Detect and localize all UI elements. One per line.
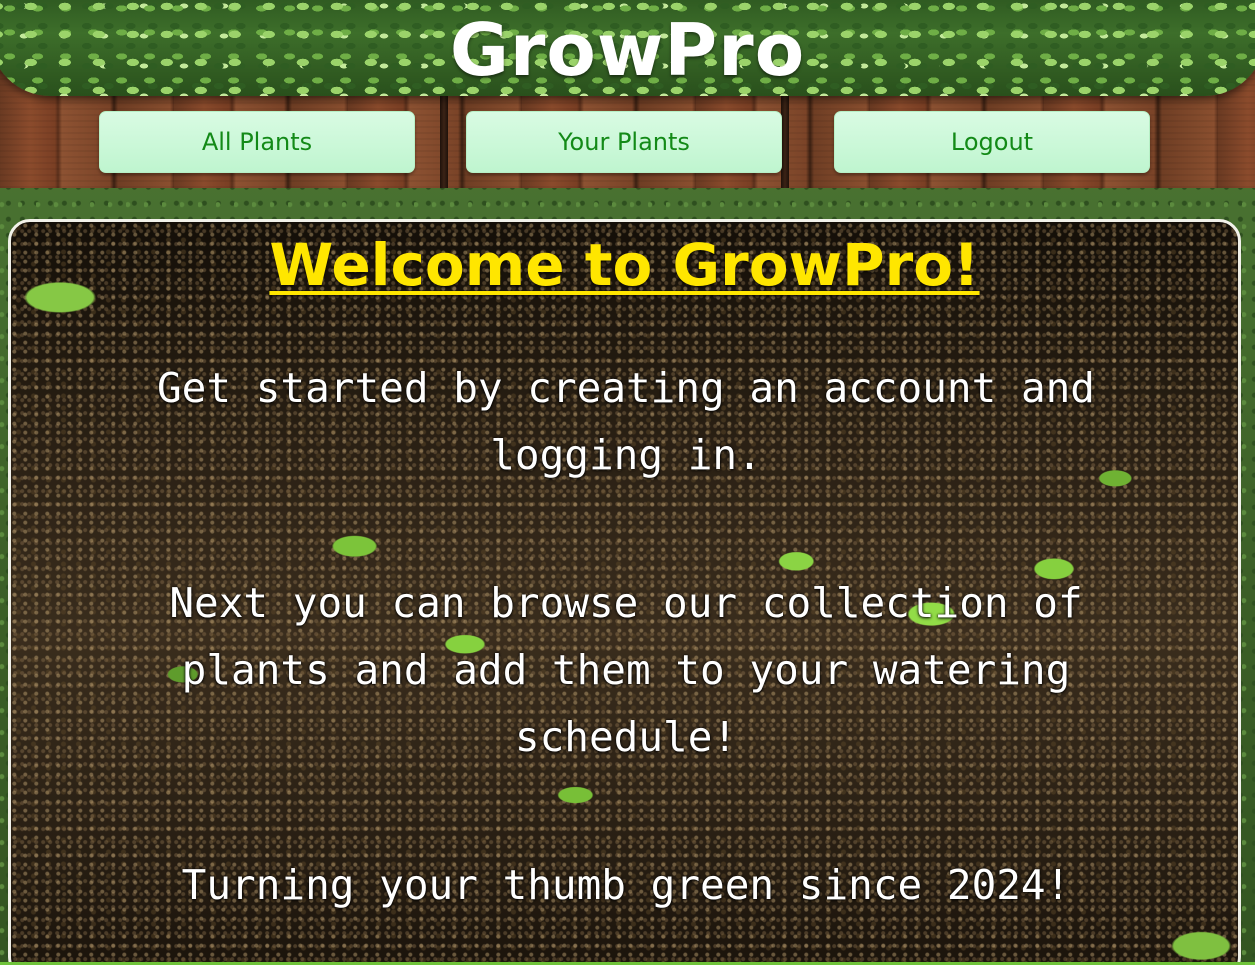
- welcome-heading: Welcome to GrowPro!: [11, 230, 1238, 300]
- intro-paragraph-1: Get started by creating an account and l…: [157, 364, 1095, 479]
- page: GrowPro All Plants Your Plants Logout We…: [0, 0, 1255, 965]
- main-nav: All Plants Your Plants Logout: [0, 111, 1255, 173]
- intro-paragraph-2: Next you can browse our collection of pl…: [169, 579, 1083, 761]
- welcome-card: Welcome to GrowPro! Get started by creat…: [8, 219, 1241, 965]
- welcome-heading-text: Welcome to GrowPro!: [269, 231, 980, 299]
- site-header: GrowPro All Plants Your Plants Logout: [0, 0, 1255, 188]
- nav-logout-button[interactable]: Logout: [834, 111, 1150, 173]
- site-logo[interactable]: GrowPro: [0, 8, 1255, 92]
- intro-paragraph-3: Turning your thumb green since 2024!: [181, 861, 1071, 909]
- nav-your-plants-button[interactable]: Your Plants: [466, 111, 782, 173]
- nav-all-plants-button[interactable]: All Plants: [99, 111, 415, 173]
